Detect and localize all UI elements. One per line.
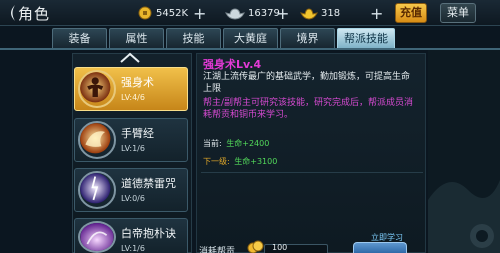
silver-ingot-icon bbox=[225, 8, 245, 20]
cost-value: 100 bbox=[272, 243, 288, 252]
silver-resource: 16379 bbox=[225, 4, 280, 22]
skill-name: 道德禁雷咒 bbox=[121, 177, 176, 190]
skill-level: LV:0/6 bbox=[121, 194, 145, 203]
tab-attributes[interactable]: 属性 bbox=[109, 28, 164, 48]
thunder-orb-icon bbox=[78, 171, 116, 209]
scroll-up-chevron-icon[interactable] bbox=[119, 52, 141, 63]
learn-now-button[interactable] bbox=[353, 242, 407, 253]
skill-item-thunder-curse[interactable]: 道德禁雷咒 LV:0/6 bbox=[74, 168, 188, 212]
coin-value: 5452K bbox=[156, 7, 189, 19]
current-label: 当前: bbox=[203, 139, 222, 148]
skill-name: 白帝抱朴诀 bbox=[121, 227, 176, 240]
recharge-button[interactable]: 充值 bbox=[395, 3, 427, 23]
background-scenery bbox=[428, 50, 500, 253]
guild-contribution-icon bbox=[247, 240, 264, 253]
back-arrow-icon[interactable] bbox=[4, 3, 18, 23]
purple-vortex-icon bbox=[78, 221, 116, 253]
skill-detail-title: 强身术Lv.4 bbox=[203, 58, 262, 71]
skill-item-strength[interactable]: 强身术 LV:4/6 bbox=[74, 67, 188, 111]
current-effect-row: 当前: 生命+2400 bbox=[203, 138, 269, 149]
skill-item-white-emperor[interactable]: 白帝抱朴诀 LV:1/6 bbox=[74, 218, 188, 253]
cost-label: 消耗帮贡 bbox=[199, 247, 236, 253]
coin-resource: 5452K bbox=[137, 4, 188, 22]
skill-item-arm-scripture[interactable]: 手臂经 LV:1/6 bbox=[74, 118, 188, 162]
next-label: 下一级: bbox=[203, 157, 230, 166]
tab-skills[interactable]: 技能 bbox=[166, 28, 221, 48]
tab-realm[interactable]: 境界 bbox=[280, 28, 335, 48]
skill-level: LV:1/6 bbox=[121, 244, 145, 253]
add-gold-button[interactable]: + bbox=[370, 4, 383, 23]
page-title: 角色 bbox=[18, 5, 51, 23]
top-bar: 角色 5452K + 16379 + 318 + 充值 菜单 bbox=[0, 0, 500, 26]
next-value: 生命+3100 bbox=[234, 157, 278, 166]
coin-icon bbox=[138, 6, 152, 20]
skill-name: 强身术 bbox=[121, 76, 154, 89]
gold-resource: 318 bbox=[300, 4, 340, 22]
skill-level: LV:1/6 bbox=[121, 144, 145, 153]
skill-research-note: 帮主/副帮主可研究该技能，研究完成后，帮派成员消耗帮贡和铜币来学习。 bbox=[203, 98, 414, 120]
next-effect-row: 下一级: 生命+3100 bbox=[203, 156, 277, 167]
add-silver-button[interactable]: + bbox=[276, 4, 289, 23]
tab-bar: 装备 属性 技能 大黄庭 境界 帮派技能 bbox=[52, 28, 397, 48]
current-value: 生命+2400 bbox=[226, 139, 270, 148]
skill-description: 江湖上流传最广的基础武学，勤加锻炼，可提高生命上限 bbox=[203, 72, 411, 94]
tab-guild-skills[interactable]: 帮派技能 bbox=[337, 28, 395, 48]
gold-value: 318 bbox=[321, 7, 341, 19]
tab-great-huangting[interactable]: 大黄庭 bbox=[223, 28, 278, 48]
gold-ingot-icon bbox=[300, 8, 318, 20]
menu-button[interactable]: 菜单 bbox=[440, 3, 476, 23]
tab-divider bbox=[0, 48, 500, 50]
muscle-figure-icon bbox=[78, 70, 116, 108]
tab-equipment[interactable]: 装备 bbox=[52, 28, 107, 48]
skill-name: 手臂经 bbox=[121, 127, 154, 140]
add-coin-button[interactable]: + bbox=[193, 4, 206, 23]
flaming-fist-icon bbox=[78, 121, 116, 159]
detail-divider bbox=[201, 172, 423, 173]
skill-level: LV:4/6 bbox=[121, 93, 145, 102]
